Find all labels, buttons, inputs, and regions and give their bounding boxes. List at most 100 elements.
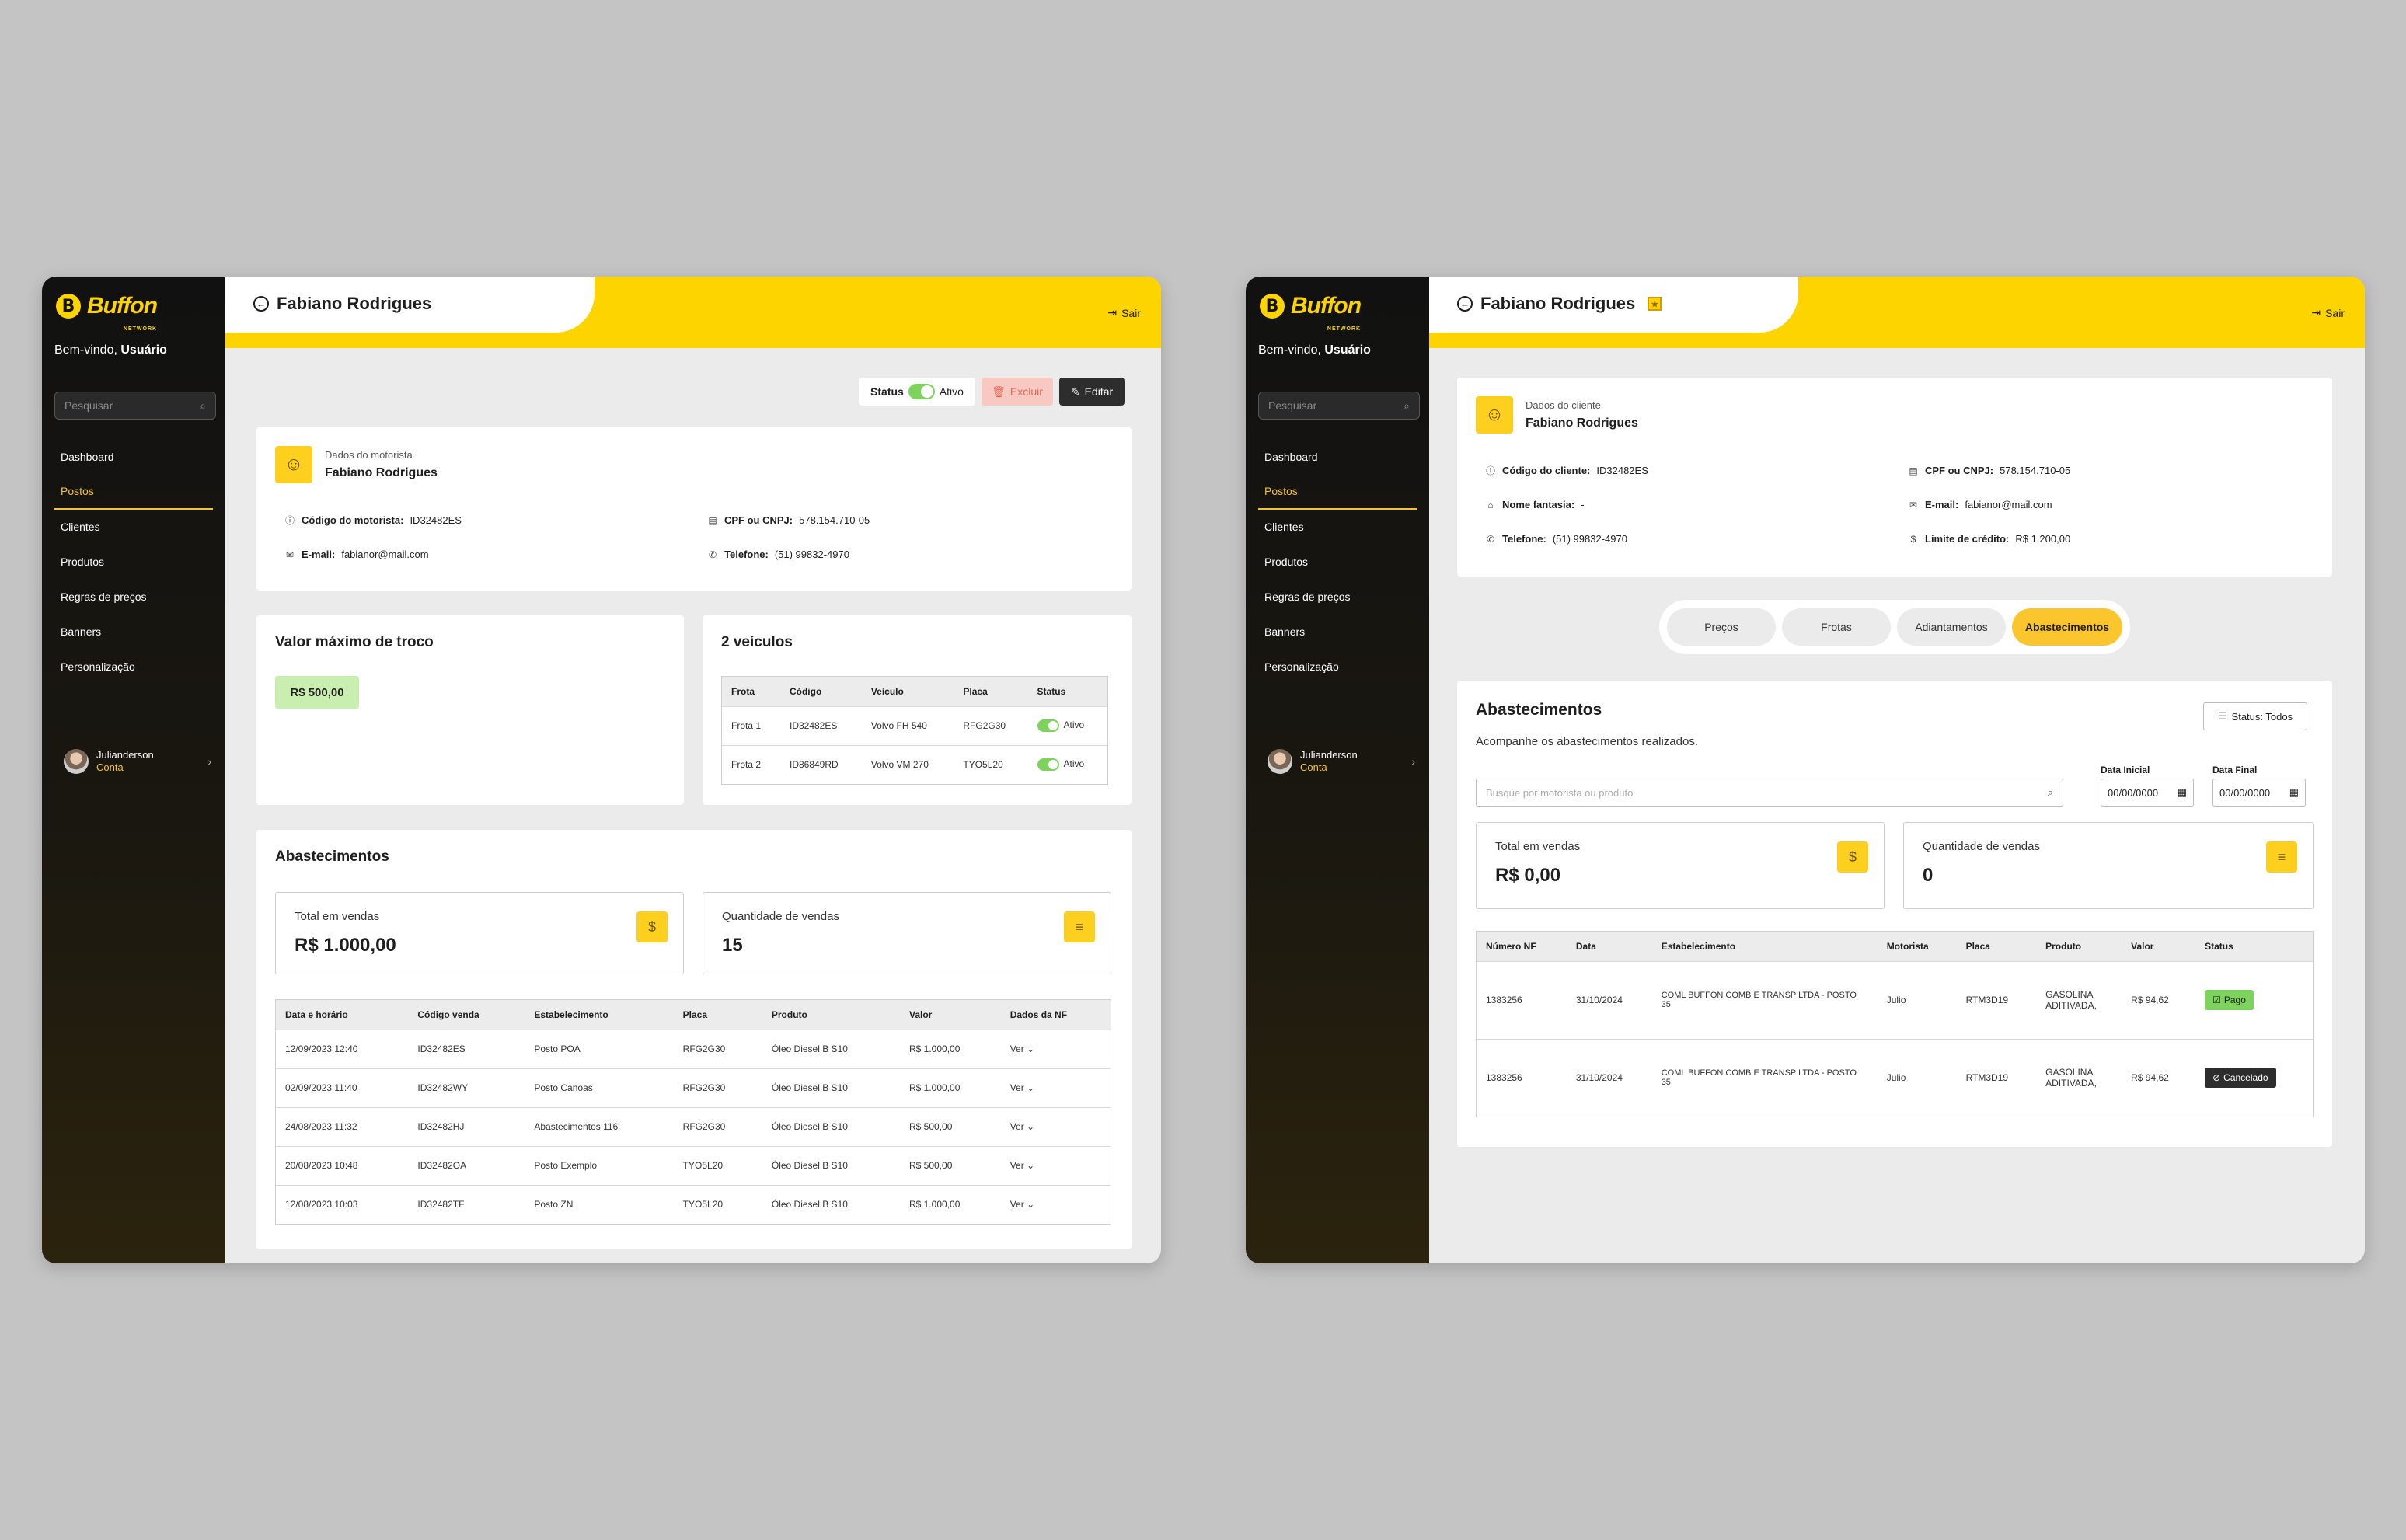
troco-value: R$ 500,00: [275, 676, 359, 709]
status-cell[interactable]: Ativo: [1027, 744, 1107, 784]
search-input[interactable]: Pesquisar ⌕: [1258, 392, 1420, 420]
chevron-right-icon: ›: [207, 755, 211, 768]
back-icon[interactable]: ←: [1457, 296, 1473, 312]
tab-frotas[interactable]: Frotas: [1782, 608, 1891, 646]
table-row: 1383256 31/10/2024 COML BUFFON COMB E TR…: [1477, 1038, 2313, 1117]
back-icon[interactable]: ←: [253, 296, 269, 312]
status-cell[interactable]: Ativo: [1027, 706, 1107, 745]
col-produto: Produto: [2036, 932, 2122, 961]
tab-abastecimentos[interactable]: Abastecimentos: [2012, 608, 2122, 646]
sidebar-item-clientes[interactable]: Clientes: [54, 510, 213, 545]
avatar: [1268, 749, 1292, 774]
view-nf-button[interactable]: Ver ⌄: [1000, 1068, 1111, 1107]
col-nf: Dados da NF: [1000, 1000, 1111, 1030]
status-switch[interactable]: [1037, 719, 1059, 732]
total-label: Total em vendas: [1495, 840, 1581, 853]
driver-window: B Buffon NETWORK Bem-vindo, Usuário Pesqu…: [42, 277, 1161, 1263]
tab-adiantamentos[interactable]: Adiantamentos: [1897, 608, 2006, 646]
view-nf-button[interactable]: Ver ⌄: [1000, 1106, 1111, 1146]
receipt-icon: ≡: [2266, 841, 2297, 873]
logo-icon: B: [1260, 294, 1285, 319]
cell: ID32482WY: [408, 1068, 525, 1107]
logout-button[interactable]: ⇥ Sair: [1107, 306, 1141, 319]
sidebar-item-postos[interactable]: Postos: [1258, 475, 1417, 510]
logo[interactable]: B Buffon NETWORK: [1260, 294, 1362, 332]
sidebar-item-regras[interactable]: Regras de preços: [54, 580, 213, 615]
user-account[interactable]: Julianderson Conta ›: [1268, 749, 1415, 774]
client-name: Fabiano Rodrigues: [1526, 416, 1638, 430]
status-toggle[interactable]: Status Ativo: [859, 378, 975, 406]
star-icon[interactable]: ★: [1648, 297, 1662, 311]
col-status: Status: [2195, 932, 2313, 961]
page-title: ← Fabiano Rodrigues: [253, 294, 431, 314]
col-status: Status: [1027, 677, 1107, 706]
account-link[interactable]: Conta: [1300, 761, 1358, 774]
chevron-down-icon: ⌄: [1027, 1044, 1035, 1054]
check-icon: ☑: [2212, 995, 2221, 1005]
sidebar-item-personalizacao[interactable]: Personalização: [1258, 650, 1417, 685]
view-nf-button[interactable]: Ver ⌄: [1000, 1184, 1111, 1224]
logo[interactable]: B Buffon NETWORK: [56, 294, 158, 332]
sidebar-item-regras[interactable]: Regras de preços: [1258, 580, 1417, 615]
col-placa: Placa: [1956, 932, 2037, 961]
user-account[interactable]: Julianderson Conta ›: [64, 749, 211, 774]
info-icon: ⓘ: [1485, 465, 1495, 476]
abast-table: Número NF Data Estabelecimento Motorista…: [1476, 931, 2314, 1117]
cell: Posto Exemplo: [525, 1145, 674, 1185]
delete-button[interactable]: 🗑 Excluir: [982, 378, 1053, 406]
driver-email: ✉ E-mail: fabianor@mail.com: [285, 549, 429, 560]
view-nf-button[interactable]: Ver ⌄: [1000, 1145, 1111, 1185]
top-bar: ← Fabiano Rodrigues ⇥ Sair: [225, 277, 1161, 348]
chevron-down-icon: ⌄: [1027, 1121, 1035, 1132]
edit-button[interactable]: ✎ Editar: [1059, 378, 1125, 406]
document-icon: ▤: [1909, 465, 1918, 476]
col-produto: Produto: [762, 1000, 900, 1030]
date-start-input[interactable]: 00/00/0000 ▦: [2101, 779, 2194, 807]
logout-icon: ⇥: [1107, 306, 1118, 319]
cell: TYO5L20: [673, 1145, 762, 1185]
table-row[interactable]: Frota 2 ID86849RD Volvo VM 270 TYO5L20 A…: [722, 744, 1107, 784]
cell: 24/08/2023 11:32: [276, 1106, 409, 1146]
table-row: 12/08/2023 10:03 ID32482TF Posto ZN TYO5L20…: [276, 1184, 1111, 1224]
cell: Óleo Diesel B S10: [762, 1106, 900, 1146]
sidebar-item-postos[interactable]: Postos: [54, 475, 213, 510]
status-label: Status: [870, 385, 904, 398]
sidebar-item-personalizacao[interactable]: Personalização: [54, 650, 213, 685]
store-icon: ⌂: [1487, 499, 1494, 510]
client-fantasia: ⌂ Nome fantasia: -: [1485, 499, 1584, 510]
sidebar-item-banners[interactable]: Banners: [54, 615, 213, 650]
calendar-icon: ▦: [2177, 786, 2187, 798]
qty-value: 15: [722, 935, 743, 956]
total-sales-card: Total em vendas R$ 1.000,00 $: [275, 892, 684, 974]
col-estab: Estabelecimento: [525, 1000, 674, 1030]
status-switch[interactable]: [908, 384, 935, 399]
status-filter-button[interactable]: ☰ Status: Todos: [2203, 702, 2307, 730]
sidebar-item-dashboard[interactable]: Dashboard: [1258, 440, 1417, 475]
abast-search-input[interactable]: Busque por motorista ou produto ⌕: [1476, 779, 2063, 807]
total-value: R$ 1.000,00: [295, 935, 396, 956]
table-row[interactable]: Frota 1 ID32482ES Volvo FH 540 RFG2G30 A…: [722, 706, 1107, 745]
status-switch[interactable]: [1037, 758, 1059, 772]
cell: RFG2G30: [673, 1106, 762, 1146]
cell: R$ 94,62: [2122, 1038, 2196, 1117]
cell: Volvo FH 540: [861, 706, 954, 745]
tab-precos[interactable]: Preços: [1667, 608, 1776, 646]
sidebar-item-clientes[interactable]: Clientes: [1258, 510, 1417, 545]
welcome-text: Bem-vindo, Usuário: [54, 343, 167, 357]
cell: ID32482ES: [779, 706, 862, 745]
sidebar-item-produtos[interactable]: Produtos: [54, 545, 213, 580]
table-row: 12/09/2023 12:40 ID32482ES Posto POA RFG2G3…: [276, 1029, 1111, 1068]
view-nf-button[interactable]: Ver ⌄: [1000, 1029, 1111, 1068]
account-link[interactable]: Conta: [96, 761, 154, 774]
sidebar-item-dashboard[interactable]: Dashboard: [54, 440, 213, 475]
cell: Posto POA: [525, 1029, 674, 1068]
logout-button[interactable]: ⇥ Sair: [2311, 306, 2345, 319]
cell: ID86849RD: [779, 744, 862, 784]
cell: R$ 1.000,00: [899, 1068, 1001, 1107]
search-input[interactable]: Pesquisar ⌕: [54, 392, 216, 420]
sidebar-item-banners[interactable]: Banners: [1258, 615, 1417, 650]
troco-card: Valor máximo de troco R$ 500,00: [256, 615, 684, 805]
date-end-input[interactable]: 00/00/0000 ▦: [2212, 779, 2306, 807]
sidebar-item-produtos[interactable]: Produtos: [1258, 545, 1417, 580]
qty-sales-card: Quantidade de vendas 0 ≡: [1903, 822, 2314, 909]
